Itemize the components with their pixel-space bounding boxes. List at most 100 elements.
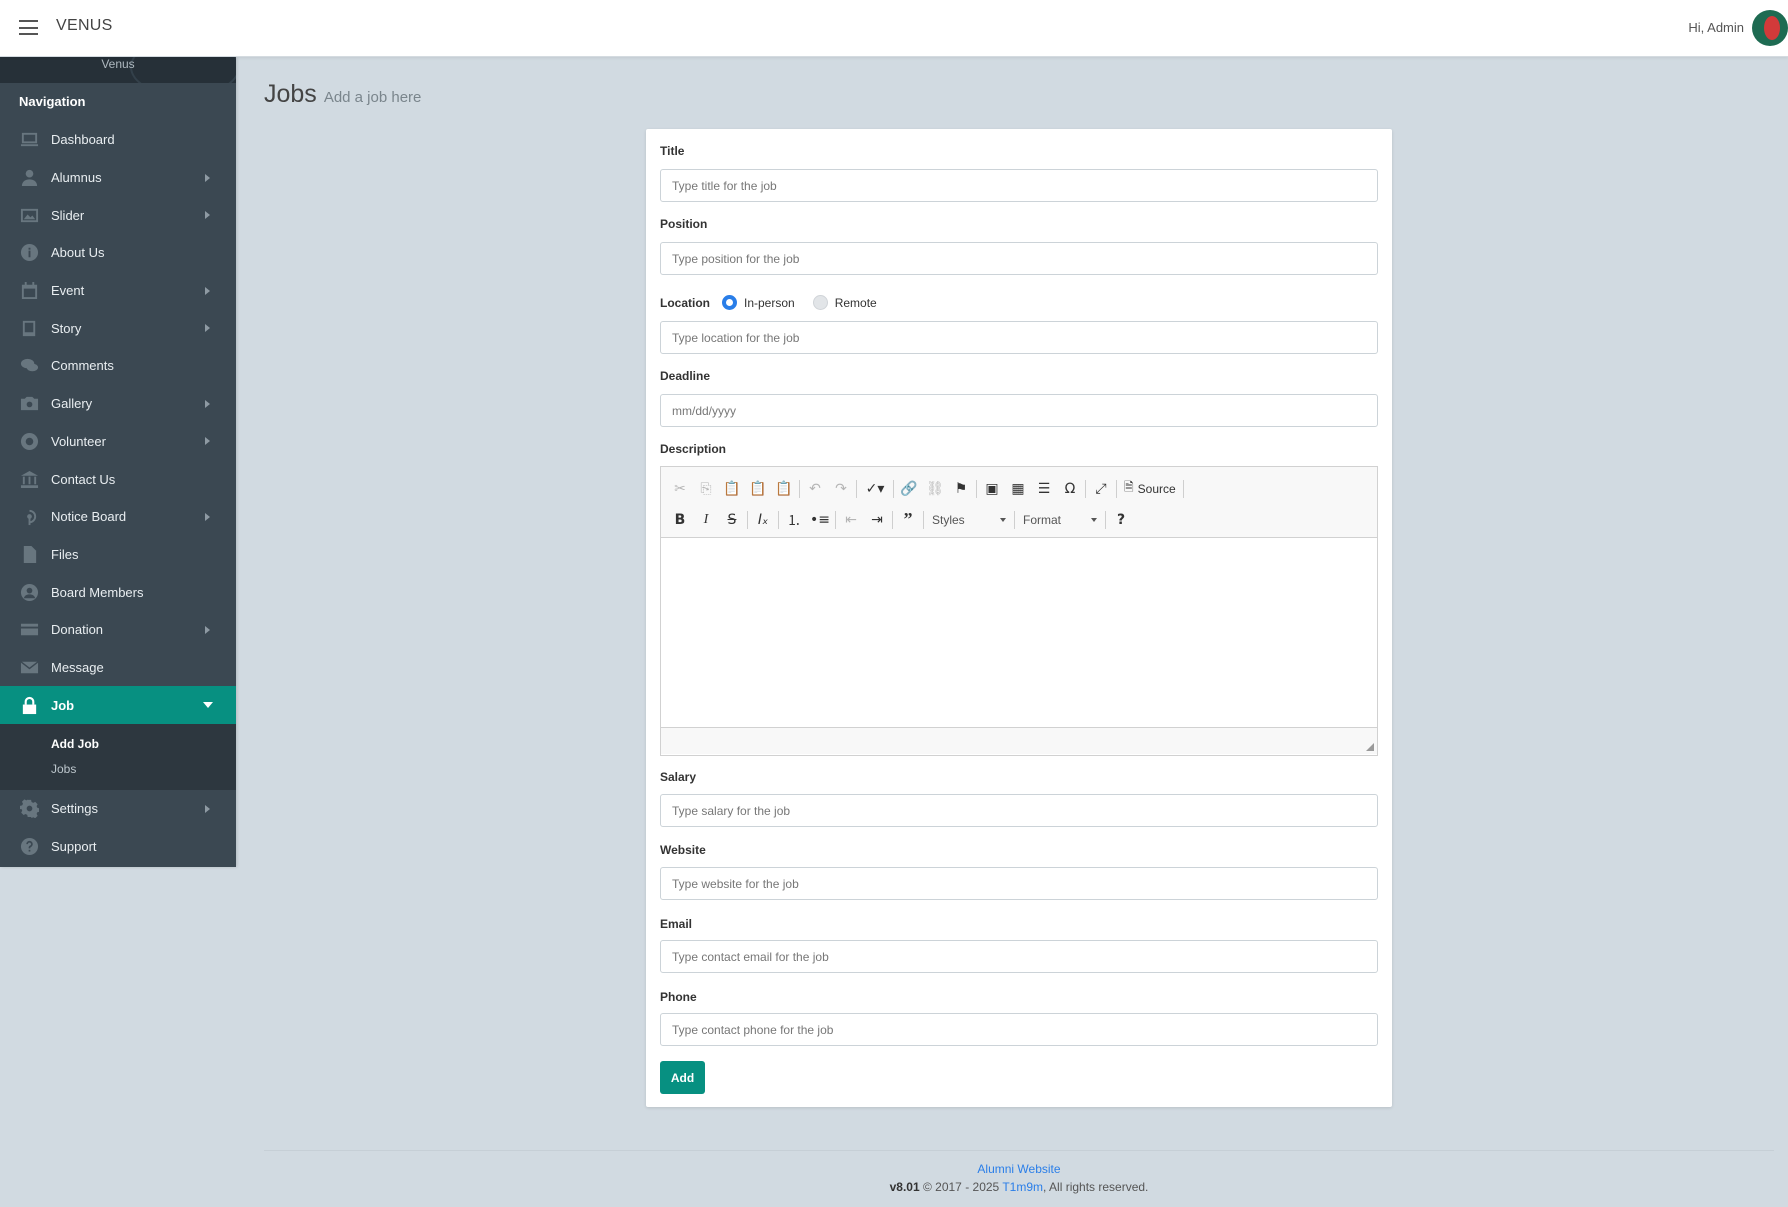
nav-heading: Navigation — [19, 94, 86, 109]
page-subtitle: Add a job here — [323, 89, 422, 106]
sidebar-item-files[interactable]: Files — [0, 536, 236, 574]
format-dropdown-label: Format — [1023, 512, 1062, 527]
sidebar-item-story[interactable]: Story — [0, 309, 236, 347]
sidebar-item-contact-us[interactable]: Contact Us — [0, 460, 236, 498]
sidebar-item-label: Gallery — [51, 396, 93, 412]
paste-text-icon[interactable]: 📋 — [745, 476, 771, 502]
website-input[interactable] — [660, 867, 1378, 900]
styles-dropdown[interactable]: Styles — [926, 508, 1012, 532]
email-label: Email — [660, 917, 693, 931]
sidebar-item-donation[interactable]: Donation — [0, 611, 236, 649]
source-button[interactable]: 🗎 Source — [1119, 476, 1181, 502]
user-greeting[interactable]: Hi, Admin — [1688, 20, 1744, 35]
sidebar-item-volunteer[interactable]: Volunteer — [0, 423, 236, 461]
sidebar-item-label: Files — [51, 546, 79, 562]
sidebar-item-support[interactable]: Support — [0, 828, 236, 866]
sidebar-item-notice-board[interactable]: Notice Board — [0, 498, 236, 536]
sidebar-item-event[interactable]: Event — [0, 272, 236, 310]
brand-title[interactable]: VENUS — [56, 17, 113, 35]
remove-format-icon[interactable]: Iₓ — [750, 507, 776, 533]
redo-icon[interactable]: ↷ — [828, 476, 854, 502]
alumni-website-link[interactable]: Alumni Website — [977, 1162, 1060, 1176]
user-circle-icon — [19, 582, 39, 602]
sidebar-item-dashboard[interactable]: Dashboard — [0, 121, 236, 159]
sidebar-item-label: Board Members — [51, 584, 144, 600]
menu-toggle-icon[interactable] — [19, 20, 38, 35]
sidebar-item-message[interactable]: Message — [0, 649, 236, 687]
sidebar-item-job[interactable]: Job — [0, 686, 236, 724]
sidebar-item-label: About Us — [51, 245, 105, 261]
location-label: Location — [660, 295, 710, 310]
lock-icon — [19, 695, 39, 715]
sidebar-item-label: Dashboard — [51, 132, 115, 148]
phone-input[interactable] — [660, 1013, 1378, 1046]
sidebar-item-board-members[interactable]: Board Members — [0, 573, 236, 611]
caret-down-icon — [203, 702, 213, 709]
sidebar-item-comments[interactable]: Comments — [0, 347, 236, 385]
anchor-flag-icon[interactable]: ⚑ — [948, 476, 974, 502]
indent-icon[interactable]: ⇥ — [864, 507, 890, 533]
file-icon — [19, 544, 39, 564]
insert-table-icon[interactable]: ▦ — [1005, 476, 1031, 502]
salary-input[interactable] — [660, 794, 1378, 827]
italic-icon[interactable]: I — [693, 507, 719, 533]
sidebar-item-label: Event — [51, 283, 85, 299]
horizontal-rule-icon[interactable]: ☰ — [1031, 476, 1057, 502]
sidebar-item-gallery[interactable]: Gallery — [0, 385, 236, 423]
remote-radio[interactable] — [812, 295, 828, 310]
sidebar-item-settings[interactable]: Settings — [0, 790, 236, 828]
add-job-button[interactable]: Add — [660, 1061, 705, 1094]
maximize-icon[interactable]: ⤢ — [1088, 476, 1114, 502]
sidebar-item-label: Volunteer — [51, 433, 106, 449]
outdent-icon[interactable]: ⇤ — [838, 507, 864, 533]
editor-content-area[interactable] — [661, 538, 1377, 727]
link-icon[interactable]: 🔗 — [896, 476, 922, 502]
strikethrough-icon[interactable]: S — [719, 507, 745, 533]
undo-icon[interactable]: ↶ — [802, 476, 828, 502]
bulleted-list-icon[interactable]: •≡ — [807, 507, 833, 533]
caret-right-icon — [205, 286, 210, 295]
deadline-input[interactable] — [660, 394, 1378, 427]
title-input[interactable] — [660, 169, 1378, 202]
resize-grip-icon[interactable] — [1366, 743, 1374, 751]
unlink-icon[interactable]: ⛓ — [922, 476, 948, 502]
sidebar-item-slider[interactable]: Slider — [0, 196, 236, 234]
submenu-item-add-job[interactable]: Add Job — [0, 732, 236, 757]
bank-icon — [19, 469, 39, 489]
paste-word-icon[interactable]: 📋 — [771, 476, 797, 502]
credit-card-icon — [19, 620, 39, 640]
blockquote-icon[interactable]: ” — [895, 507, 921, 533]
cut-icon[interactable]: ✂ — [667, 476, 693, 502]
sidebar-item-about-us[interactable]: About Us — [0, 234, 236, 272]
location-input[interactable] — [660, 321, 1378, 354]
sidebar-item-label: Contact Us — [51, 471, 116, 487]
bold-icon[interactable]: B — [667, 507, 693, 533]
position-label: Position — [660, 217, 708, 231]
avatar[interactable] — [1752, 10, 1788, 46]
in-person-radio[interactable] — [722, 295, 737, 310]
help-question-icon[interactable]: ? — [1108, 507, 1134, 533]
envelope-icon — [19, 657, 39, 677]
remote-radio-label[interactable]: Remote — [835, 296, 877, 310]
email-input[interactable] — [660, 940, 1378, 973]
paste-icon[interactable]: 📋 — [719, 476, 745, 502]
book-icon — [19, 318, 39, 338]
position-input[interactable] — [660, 242, 1378, 275]
website-label: Website — [660, 843, 706, 857]
insert-image-icon[interactable]: ▣ — [979, 476, 1005, 502]
format-dropdown[interactable]: Format — [1017, 508, 1103, 532]
page-header: Jobs Add a job here — [264, 80, 421, 109]
copy-icon[interactable]: ⎘ — [693, 476, 719, 502]
submenu-item-jobs[interactable]: Jobs — [0, 757, 236, 782]
author-link[interactable]: T1m9m — [1002, 1180, 1043, 1194]
spellcheck-icon[interactable]: ✓▾ — [859, 476, 891, 502]
in-person-radio-label[interactable]: In-person — [744, 296, 795, 310]
caret-right-icon — [205, 437, 210, 446]
sidebar-item-label: Comments — [51, 358, 114, 374]
source-button-label: Source — [1137, 481, 1176, 496]
sidebar-item-alumnus[interactable]: Alumnus — [0, 159, 236, 197]
special-char-omega-icon[interactable]: Ω — [1057, 476, 1083, 502]
caret-right-icon — [205, 324, 210, 333]
title-label: Title — [660, 144, 685, 158]
numbered-list-icon[interactable]: ⒈ — [781, 507, 807, 533]
